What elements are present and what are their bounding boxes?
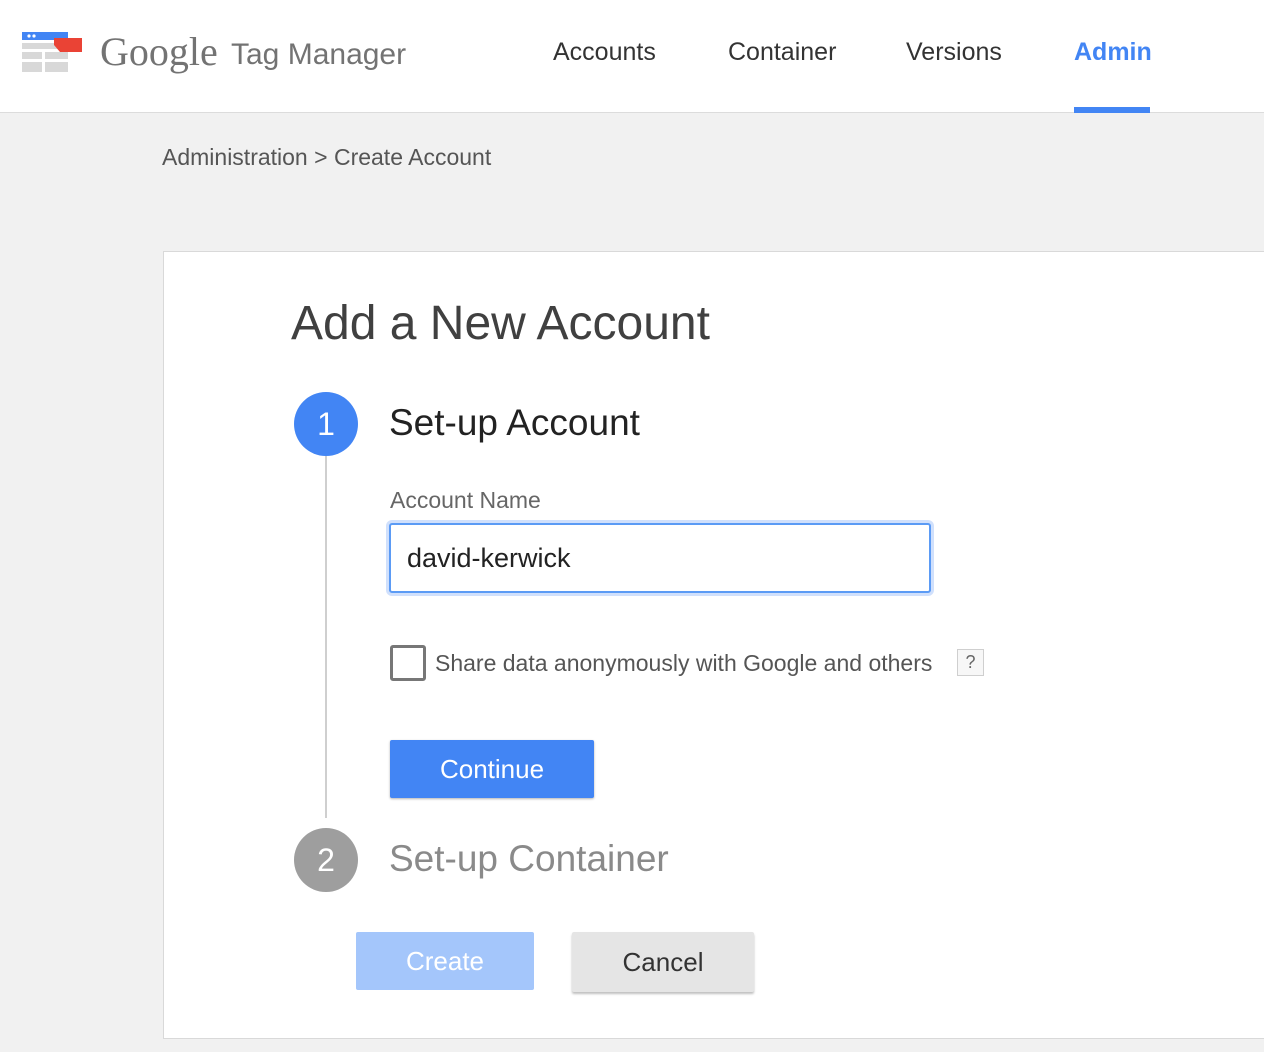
help-question-icon[interactable]: ?	[957, 649, 984, 676]
step-1-title: Set-up Account	[389, 402, 640, 443]
nav-tab-container[interactable]: Container	[728, 38, 836, 112]
product-name: Tag Manager	[231, 38, 407, 71]
step-2-title: Set-up Container	[389, 838, 669, 879]
breadcrumb: Administration > Create Account	[162, 144, 491, 171]
account-name-input[interactable]	[389, 523, 931, 593]
create-account-card	[163, 251, 1264, 1039]
step-connector-line	[325, 456, 327, 818]
breadcrumb-administration-link[interactable]: Administration	[162, 144, 308, 170]
share-data-checkbox-label[interactable]: Share data anonymously with Google and o…	[435, 650, 932, 677]
step-2-number-badge: 2	[294, 828, 358, 892]
active-tab-indicator	[1074, 107, 1150, 113]
top-navigation-bar: Google Tag Manager Accounts Container Ve…	[0, 0, 1264, 113]
nav-tab-admin[interactable]: Admin	[1074, 38, 1152, 112]
tag-manager-logo-icon	[22, 32, 82, 72]
breadcrumb-separator: >	[314, 144, 328, 170]
create-button[interactable]: Create	[356, 932, 534, 990]
google-wordmark: Google	[100, 29, 218, 74]
nav-tab-accounts[interactable]: Accounts	[553, 38, 656, 112]
page-title: Add a New Account	[291, 297, 710, 350]
step-1-number-badge: 1	[294, 392, 358, 456]
cancel-button[interactable]: Cancel	[572, 932, 754, 992]
continue-button[interactable]: Continue	[390, 740, 594, 798]
nav-tab-versions[interactable]: Versions	[906, 38, 1002, 112]
share-data-checkbox[interactable]	[390, 645, 426, 681]
breadcrumb-current: Create Account	[333, 144, 492, 170]
account-name-label: Account Name	[390, 487, 541, 513]
